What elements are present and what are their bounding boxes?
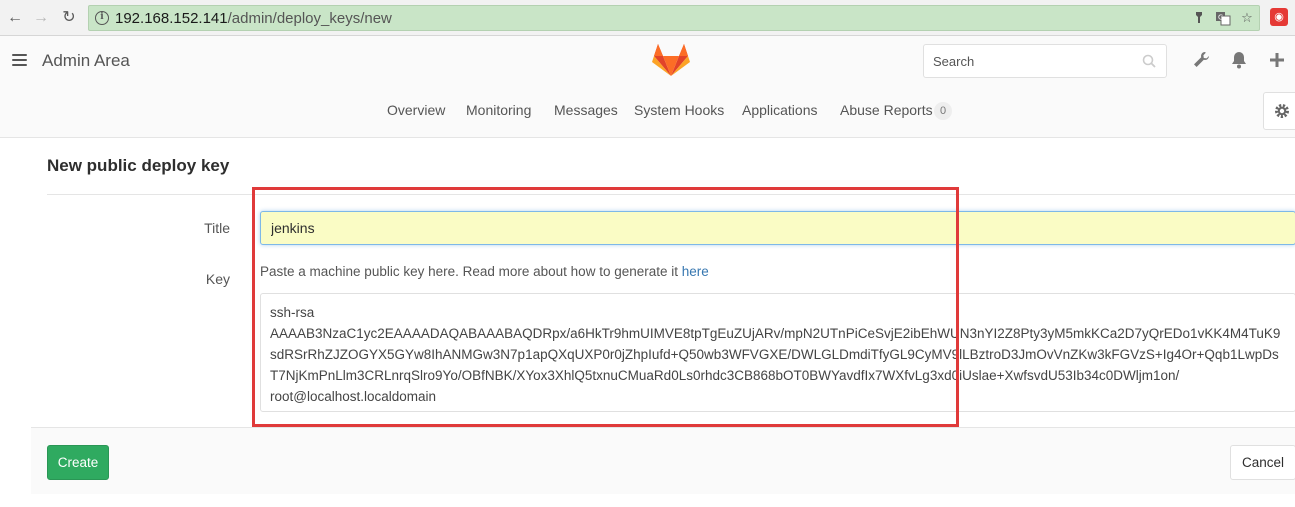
header-title[interactable]: Admin Area	[42, 51, 130, 71]
forward-arrow-icon[interactable]: →	[30, 7, 52, 29]
screen: ← → ↻ i 192.168.152.141/admin/deploy_key…	[0, 0, 1295, 507]
key-textarea[interactable]: ssh-rsa AAAAB3NzaC1yc2EAAAADAQABAAABAQDR…	[260, 293, 1295, 412]
key-help-message: Paste a machine public key here. Read mo…	[260, 264, 682, 279]
nav-overview[interactable]: Overview	[387, 102, 445, 118]
nav-monitoring[interactable]: Monitoring	[466, 102, 531, 118]
url-host: 192.168.152.141	[115, 10, 228, 27]
address-bar[interactable]: i 192.168.152.141/admin/deploy_keys/new …	[88, 5, 1260, 31]
create-button[interactable]: Create	[47, 445, 109, 480]
cancel-button[interactable]: Cancel	[1230, 445, 1295, 480]
admin-subnav: Overview Monitoring Messages System Hook…	[0, 86, 1295, 138]
svg-text:G: G	[1218, 14, 1223, 22]
title-label: Title	[204, 220, 230, 236]
search-box[interactable]	[923, 44, 1167, 78]
nav-applications[interactable]: Applications	[742, 102, 818, 118]
nav-abuse-reports[interactable]: Abuse Reports	[840, 102, 933, 118]
extension-icon[interactable]: ◉	[1270, 8, 1288, 26]
translate-icon[interactable]: G	[1215, 10, 1231, 26]
search-icon	[1142, 54, 1156, 68]
title-input[interactable]	[260, 211, 1295, 245]
search-input[interactable]	[924, 45, 1134, 77]
url-text[interactable]: 192.168.152.141/admin/deploy_keys/new	[115, 10, 392, 27]
gitlab-logo-icon[interactable]	[652, 42, 690, 78]
url-path: /admin/deploy_keys/new	[227, 10, 392, 27]
divider	[47, 194, 1295, 195]
nav-system-hooks[interactable]: System Hooks	[634, 102, 724, 118]
back-arrow-icon[interactable]: ←	[4, 7, 26, 29]
nav-messages[interactable]: Messages	[554, 102, 618, 118]
menu-icon[interactable]	[12, 54, 27, 66]
plus-icon[interactable]	[1267, 50, 1287, 70]
key-help-text: Paste a machine public key here. Read mo…	[260, 264, 709, 279]
browser-toolbar: ← → ↻ i 192.168.152.141/admin/deploy_key…	[0, 0, 1295, 36]
reload-icon[interactable]: ↻	[58, 7, 80, 29]
gear-icon	[1275, 104, 1289, 118]
gitlab-header: Admin Area	[0, 36, 1295, 86]
wrench-icon[interactable]	[1191, 50, 1211, 70]
info-icon[interactable]: i	[95, 11, 109, 25]
key-label: Key	[205, 271, 230, 287]
form-actions: Create Cancel	[31, 427, 1295, 494]
bell-icon[interactable]	[1229, 50, 1249, 70]
page-title: New public deploy key	[47, 156, 230, 175]
key-icon[interactable]	[1191, 10, 1207, 26]
abuse-reports-count-badge: 0	[934, 102, 952, 120]
settings-button[interactable]	[1263, 92, 1295, 130]
key-help-link[interactable]: here	[682, 264, 709, 279]
bookmark-star-icon[interactable]: ☆	[1239, 10, 1255, 26]
